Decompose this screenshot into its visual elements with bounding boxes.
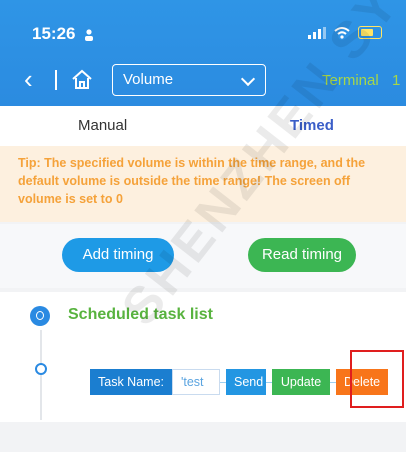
task-name-label: Task Name:	[90, 369, 172, 395]
send-button[interactable]: Send	[226, 369, 266, 395]
home-icon[interactable]	[70, 68, 94, 92]
back-icon[interactable]: ‹	[24, 66, 33, 92]
timeline-line	[40, 330, 42, 420]
mode-select[interactable]: Volume	[112, 64, 266, 96]
task-row: Task Name: 'test Send Update Delete	[90, 368, 388, 396]
timeline-dot	[35, 363, 47, 375]
delete-highlight-box	[350, 350, 404, 408]
footer-area	[0, 422, 406, 452]
chevron-down-icon	[240, 71, 256, 87]
mode-select-value: Volume	[123, 71, 174, 88]
terminal-number: 1	[392, 72, 401, 89]
task-list-card: Scheduled task list Task Name: 'test Sen…	[0, 292, 406, 422]
read-timing-button[interactable]: Read timing	[248, 238, 356, 272]
tab-bar: Manual Timed	[0, 106, 406, 146]
person-icon	[84, 28, 93, 41]
status-time: 15:26	[32, 24, 76, 43]
task-list-icon	[30, 306, 50, 326]
nav-divider	[55, 70, 57, 90]
tab-manual[interactable]: Manual	[78, 106, 127, 146]
task-name-value: 'test	[172, 369, 220, 395]
update-button[interactable]: Update	[272, 369, 330, 395]
